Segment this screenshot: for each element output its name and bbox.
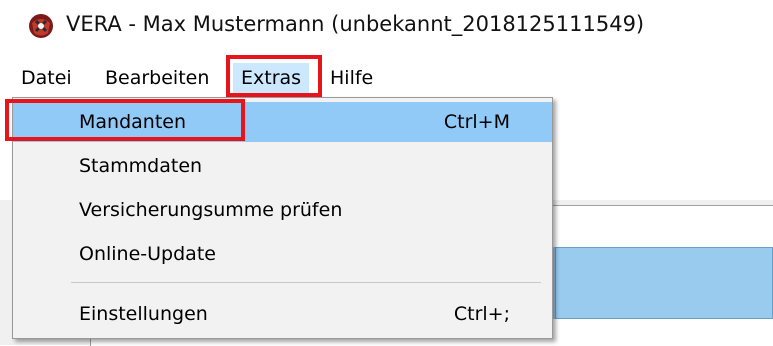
window-title: VERA - Max Mustermann (unbekannt_2018125…	[66, 12, 645, 36]
menu-item-shortcut: Ctrl+M	[443, 111, 510, 133]
highlight-box-extras	[226, 55, 322, 97]
menu-bar: Datei Bearbeiten Extras Hilfe	[0, 56, 773, 96]
menu-bearbeiten[interactable]: Bearbeiten	[105, 63, 209, 93]
menu-item-online-update[interactable]: Online-Update	[13, 234, 552, 274]
background-selected-row-edge	[555, 247, 773, 319]
menu-hilfe[interactable]: Hilfe	[330, 63, 373, 93]
menu-item-stammdaten[interactable]: Stammdaten	[13, 146, 552, 186]
menu-item-einstellungen[interactable]: Einstellungen Ctrl+;	[13, 294, 552, 334]
menu-item-label: Online-Update	[79, 243, 216, 265]
menu-item-shortcut: Ctrl+;	[453, 303, 510, 325]
menu-separator	[71, 282, 541, 283]
app-logo-icon	[29, 14, 53, 38]
highlight-box-mandanten	[5, 99, 245, 141]
menu-item-versicherungsumme[interactable]: Versicherungsumme prüfen	[13, 190, 552, 230]
menu-item-label: Stammdaten	[79, 155, 203, 177]
menu-datei[interactable]: Datei	[21, 63, 72, 93]
title-bar: VERA - Max Mustermann (unbekannt_2018125…	[0, 0, 773, 50]
menu-item-label: Einstellungen	[79, 303, 208, 325]
menu-item-label: Versicherungsumme prüfen	[79, 199, 343, 221]
